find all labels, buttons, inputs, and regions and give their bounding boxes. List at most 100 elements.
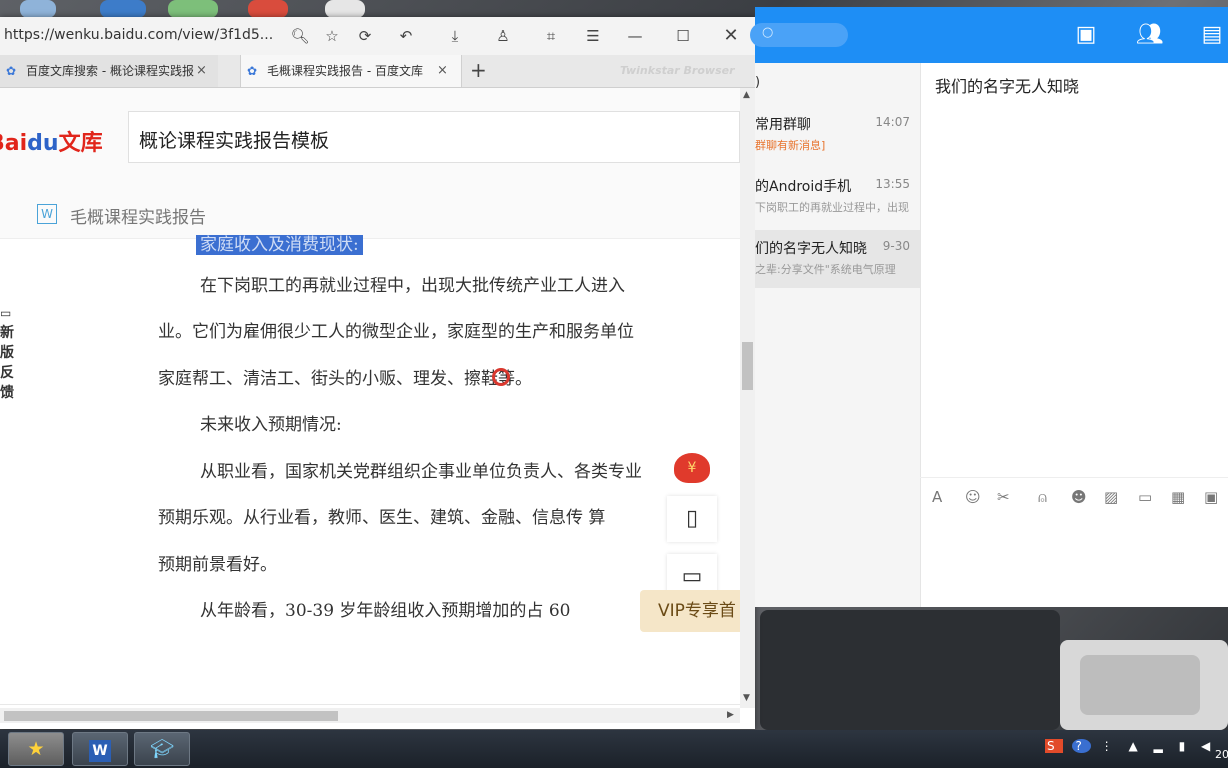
minimize-icon[interactable]: — [625,26,645,46]
doc-line: 预期前景看好。 [158,555,277,575]
doc-title: 毛概课程实践报告 [70,208,206,228]
emoji-icon[interactable]: ☺ [965,488,981,506]
calendar-icon[interactable]: ▣ [1204,488,1218,506]
menu-icon[interactable]: ☰ [583,26,603,46]
conversation-time: 9-30 [882,239,910,253]
scroll-thumb[interactable] [742,342,753,390]
tab-current-doc[interactable]: ✿ 毛概课程实践报告 - 百度文库 × [240,55,462,87]
settings-icon[interactable]: ⋮ [1101,739,1119,753]
feedback-label: 新版反馈 [0,325,14,401]
clock[interactable]: 20 [1215,748,1228,761]
conversation-list: ) 常用群聊 14:07 群聊有新消息] 的Android手机 13:55 下岗… [755,63,921,607]
baidu-wenku-logo[interactable]: Baidu文库 [0,125,103,157]
vip-banner[interactable]: VIP专享首 [640,590,740,632]
maximize-icon[interactable]: ☐ [673,26,693,46]
scroll-up-icon[interactable]: ▲ [743,90,750,100]
font-icon[interactable]: A [932,488,942,506]
help-icon[interactable]: ? [1072,739,1091,753]
message-icon[interactable]: ▣ [1072,21,1100,49]
horizontal-scrollbar[interactable]: ▶ [0,708,740,723]
tab-close-icon[interactable]: × [437,55,448,87]
star-icon[interactable]: ☆ [322,26,342,46]
conversation-time: 13:55 [875,177,910,191]
doc-line: 业。它们为雇佣很少工人的微型企业，家庭型的生产和服务单位 [158,322,634,342]
vertical-scrollbar[interactable]: ▲ ▼ [740,88,755,708]
logo-text: Bai [0,131,28,156]
doc-line: 家庭帮工、清洁工、街头的小贩、理发、擦鞋等。 [158,369,532,389]
browser-window: https://wenku.baidu.com/view/3f1d5... 🔍︎… [0,17,755,729]
graduation-cap-icon: 🎓︎ [149,738,175,760]
sogou-icon[interactable]: S [1045,739,1063,753]
search-icon: ○ [762,25,774,40]
doc-title-bar: W 毛概课程实践报告 [0,188,740,239]
tab-close-icon[interactable]: × [196,55,207,87]
network-icon[interactable]: ▂ [1154,739,1169,753]
chat-input-toolbar: A ☺ ✂ ⍝ ☻ ▨ ▭ ▦ ▣ [920,477,1228,518]
word-doc-icon: W [37,204,57,224]
back-icon[interactable]: ↶ [396,26,416,46]
list-item[interactable]: 的Android手机 13:55 下岗职工的再就业过程中，出现 [755,168,920,226]
doc-line: 在下岗职工的再就业过程中，出现大批传统产业工人进入 [200,276,625,296]
conversation-name: 的Android手机 [755,179,852,195]
apps-icon[interactable]: ▦ [1171,488,1185,506]
zoom-icon[interactable]: 🔍︎ [290,26,310,46]
tray-expand-icon[interactable]: ▲ [1128,739,1143,753]
image-icon[interactable]: ▨ [1104,488,1118,506]
mobile-icon[interactable]: ▯ [667,496,717,542]
folder-icon[interactable]: ▭ [1138,488,1152,506]
app-taskbar-button[interactable]: 🎓︎ [134,732,190,766]
files-icon[interactable]: ▤ [1198,21,1226,49]
logo-text: du [27,131,59,156]
scroll-thumb[interactable] [4,711,338,721]
battery-icon[interactable]: ▮ [1179,739,1192,753]
doc-line: 预期乐观。从行业看，教师、医生、建筑、金融、信息传 算 [158,508,606,528]
conversation-name: 们的名字无人知晓 [755,241,867,257]
mouse-cursor [492,368,510,386]
microphone-icon[interactable]: ⍝ [1038,488,1047,506]
site-header: Baidu文库 概论课程实践报告模板 [0,88,740,189]
scroll-down-icon[interactable]: ▼ [743,693,750,703]
conversation-time: 14:07 [875,115,910,129]
search-query: 概论课程实践报告模板 [139,130,330,152]
crop-icon[interactable]: ⌗ [541,26,561,46]
tab-bar: ✿ 百度文库搜索 - 概论课程实践报 × ✿ 毛概课程实践报告 - 百度文库 ×… [0,55,755,88]
baidu-paw-icon: ✿ [6,64,17,78]
close-icon[interactable]: ✕ [721,26,741,46]
new-tab-button[interactable]: + [470,55,492,87]
chat-search-input[interactable]: ○ [750,23,848,47]
taskbar: ★ W 🎓︎ S ? ⋮ ▲ ▂ ▮ ◀ 20 [0,730,1228,768]
url-field[interactable]: https://wenku.baidu.com/view/3f1d5... [4,27,273,43]
logo-text: 文库 [58,131,103,156]
tab-wenku-search[interactable]: ✿ 百度文库搜索 - 概论课程实践报 × [0,55,218,87]
highlighted-text: 家庭收入及消费现状: [196,235,363,255]
red-envelope-icon[interactable]: ¥ [667,443,717,489]
contacts-icon[interactable]: 👥︎ [1136,21,1164,49]
baidu-paw-icon: ✿ [247,64,258,78]
feedback-button[interactable]: ▭ 新版反馈 [0,303,16,403]
browser-brand: Twinkstar Browser [620,64,735,77]
list-item[interactable]: 常用群聊 14:07 群聊有新消息] [755,106,920,164]
download-icon[interactable]: ⤓ [445,26,465,46]
conversation-preview: 群聊有新消息] [755,139,826,152]
start-button[interactable]: ★ [8,732,64,766]
sticker-icon[interactable]: ☻ [1071,488,1087,506]
refresh-icon[interactable]: ⟳ [355,26,375,46]
search-input[interactable]: 概论课程实践报告模板 [128,111,740,163]
list-item[interactable]: 们的名字无人知晓 9-30 之辈:分享文件"系统电气原理 [755,230,920,288]
scissors-icon[interactable]: ✂ [997,488,1010,506]
word-taskbar-button[interactable]: W [72,732,128,766]
tab-label: 百度文库搜索 - 概论课程实践报 [26,64,194,78]
volume-icon[interactable]: ◀ [1201,739,1216,753]
unread-label: ) [755,75,761,90]
doc-line: 未来收入预期情况: [200,415,342,435]
action-bar: 👍︎ ▭ ☆ 收藏 ⇗ 分享 ¥ [0,704,740,706]
scroll-right-icon[interactable]: ▶ [727,710,734,720]
doc-line: 从职业看，国家机关党群组织企事业单位负责人、各类专业 [200,462,642,482]
address-bar: https://wenku.baidu.com/view/3f1d5... 🔍︎… [0,17,755,55]
comment-icon: ▭ [0,306,12,320]
page-content: Baidu文库 概论课程实践报告模板 W 毛概课程实践报告 ▭ 新版反馈 家庭收… [0,88,740,706]
conversation-preview: 下岗职工的再就业过程中，出现 [755,201,909,214]
chat-window: ○ ▣ 👥︎ ▤ ) 常用群聊 14:07 群聊有新消息] 的Android手机… [750,7,1228,607]
user-icon[interactable]: ♙ [493,26,513,46]
chat-header: ○ ▣ 👥︎ ▤ [750,7,1228,63]
